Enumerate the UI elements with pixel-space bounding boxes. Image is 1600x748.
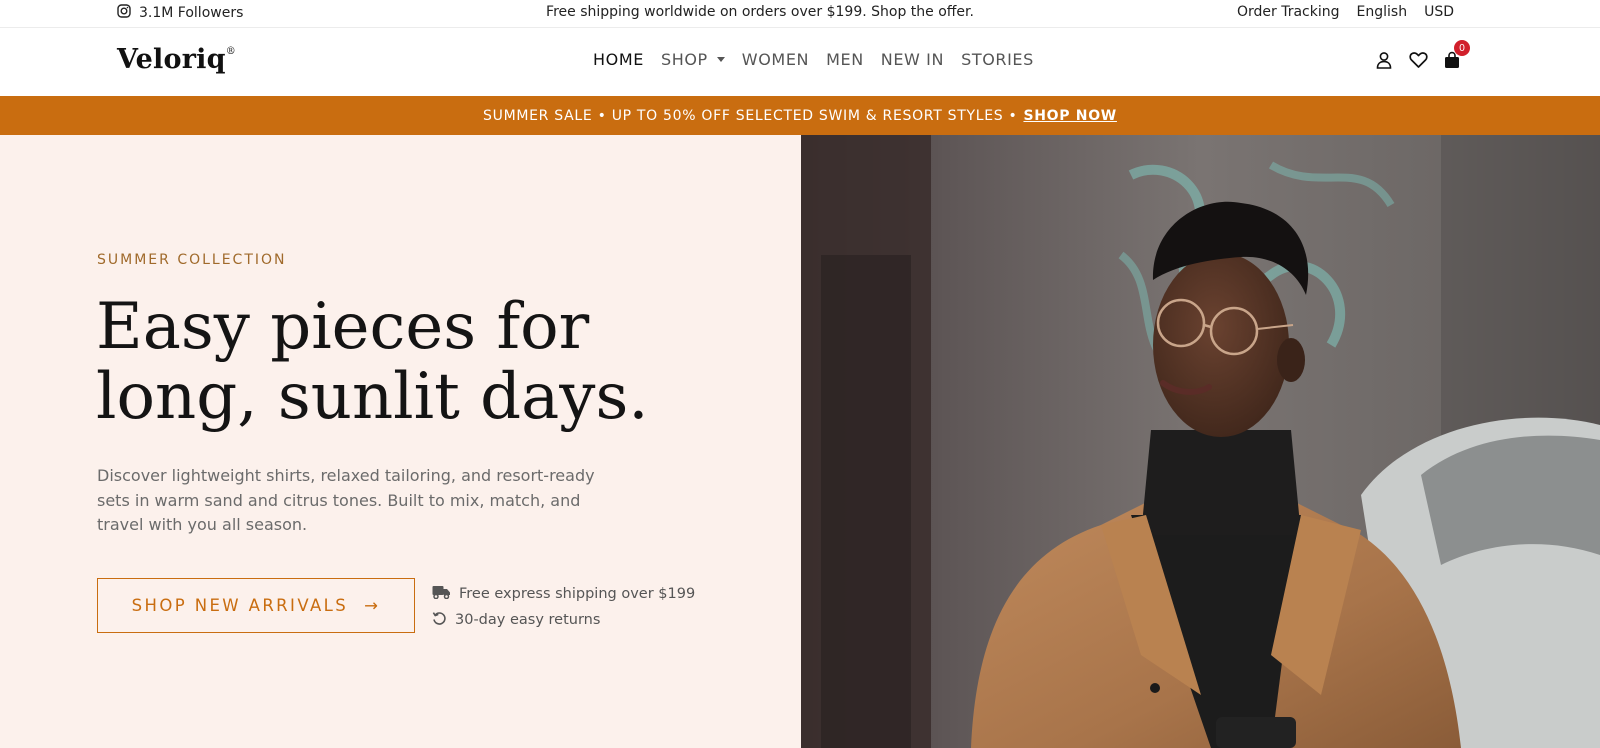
nav-women[interactable]: WOMEN — [742, 50, 809, 69]
hero-headline: Easy pieces for long, sunlit days. — [96, 290, 649, 434]
hero-content: SUMMER COLLECTION Easy pieces for long, … — [0, 135, 801, 748]
perk-returns: 30-day easy returns — [432, 607, 695, 633]
language-selector[interactable]: English — [1357, 4, 1408, 20]
bag-icon[interactable]: 0 — [1442, 40, 1470, 70]
main-nav: HOME SHOP WOMEN MEN NEW IN STORIES — [593, 50, 1034, 69]
shop-new-arrivals-button[interactable]: SHOP NEW ARRIVALS → — [97, 578, 415, 633]
hero-perks: Free express shipping over $199 30-day e… — [432, 581, 695, 633]
currency-selector[interactable]: USD — [1424, 4, 1454, 20]
hero-image — [801, 135, 1600, 748]
heart-icon[interactable] — [1408, 50, 1428, 70]
truck-icon — [432, 585, 451, 603]
perk-shipping: Free express shipping over $199 — [432, 581, 695, 607]
shop-now-link[interactable]: SHOP NOW — [1023, 108, 1117, 124]
user-icon[interactable] — [1374, 50, 1394, 70]
nav-shop[interactable]: SHOP — [661, 50, 725, 69]
returns-icon — [432, 611, 447, 630]
sale-banner: SUMMER SALE • UP TO 50% OFF SELECTED SWI… — [0, 96, 1600, 135]
nav-new-in[interactable]: NEW IN — [881, 50, 944, 69]
nav-home[interactable]: HOME — [593, 50, 644, 69]
brand-logo[interactable]: Veloriq® — [117, 44, 236, 75]
utility-bar: 3.1M Followers Free shipping worldwide o… — [0, 0, 1600, 28]
arrow-right-icon: → — [364, 596, 381, 615]
sale-banner-text: SUMMER SALE • UP TO 50% OFF SELECTED SWI… — [483, 107, 1018, 124]
main-header: Veloriq® HOME SHOP WOMEN MEN NEW IN STOR… — [0, 28, 1600, 96]
order-tracking-link[interactable]: Order Tracking — [1237, 4, 1340, 20]
hero-eyebrow: SUMMER COLLECTION — [97, 252, 287, 268]
cta-label: SHOP NEW ARRIVALS — [131, 596, 349, 615]
chevron-down-icon — [716, 57, 725, 62]
cart-count-badge: 0 — [1454, 40, 1470, 56]
nav-men[interactable]: MEN — [826, 50, 864, 69]
nav-stories[interactable]: STORIES — [961, 50, 1034, 69]
hero-description: Discover lightweight shirts, relaxed tai… — [97, 466, 595, 534]
